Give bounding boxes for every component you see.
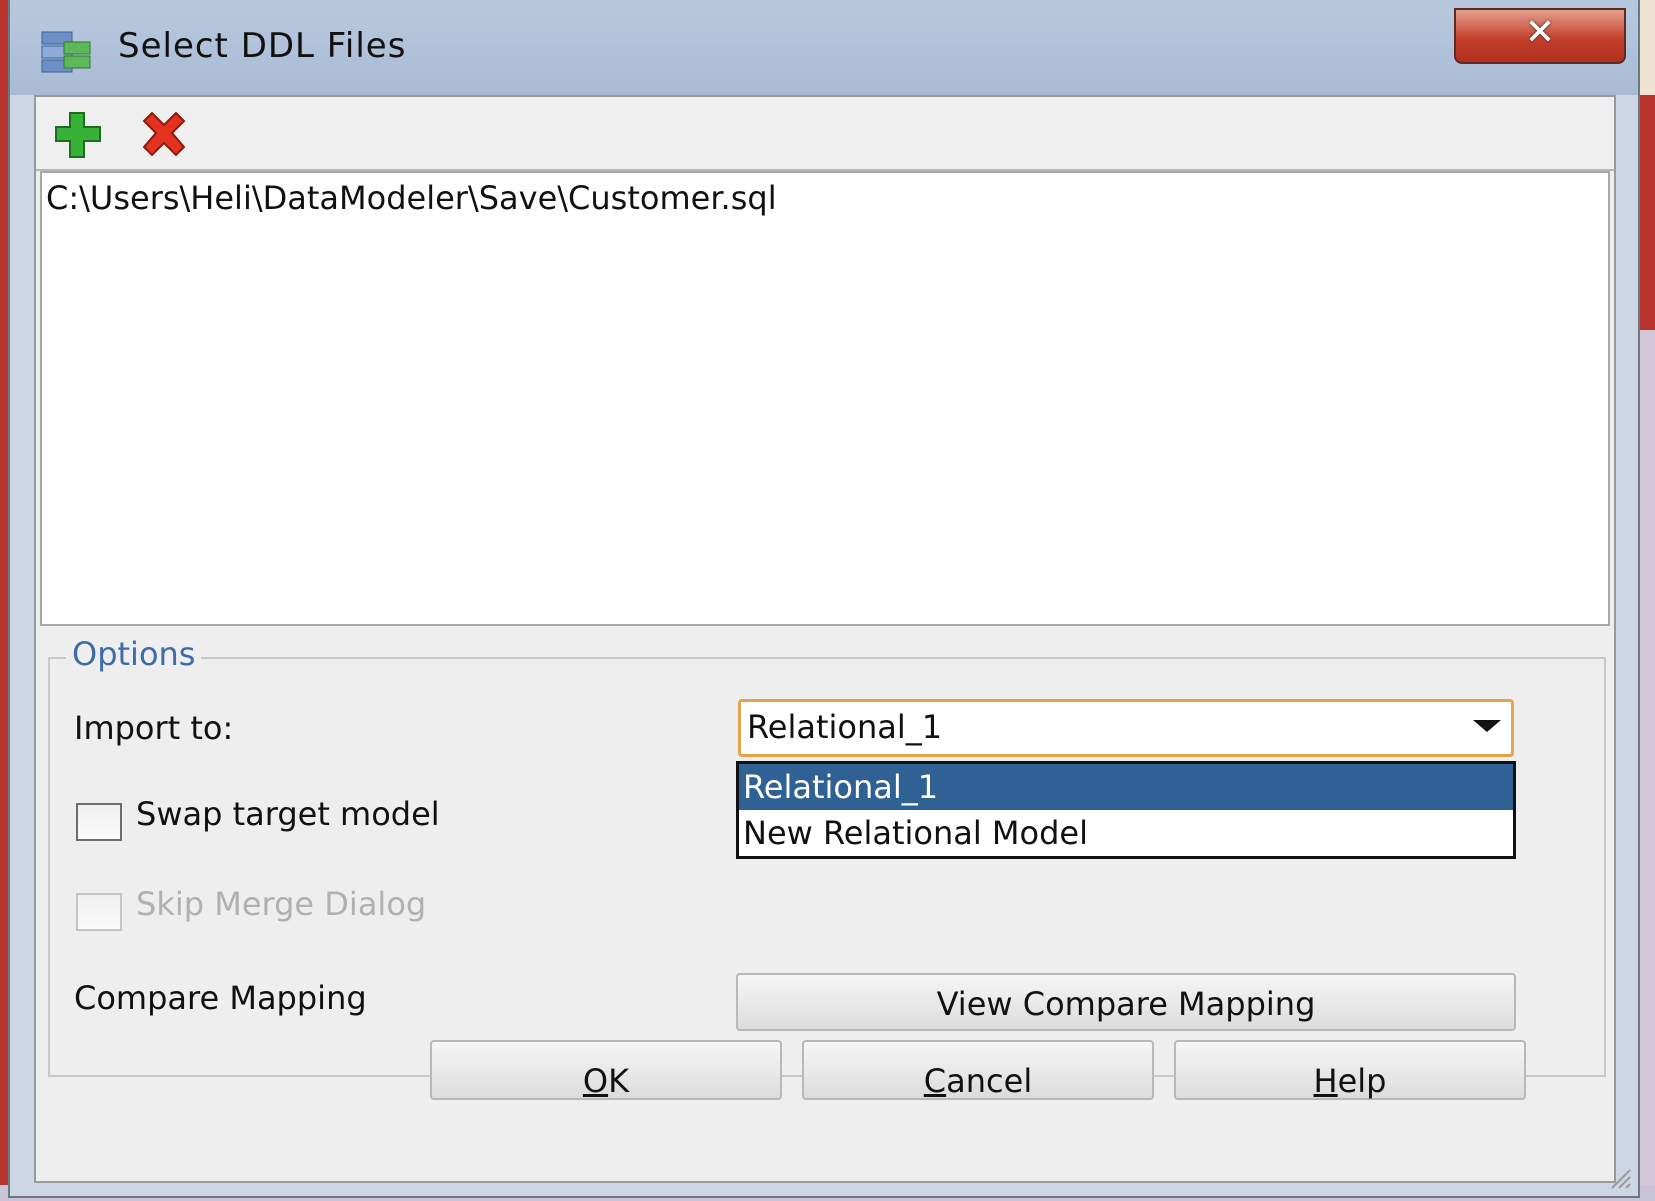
- select-ddl-files-dialog: Select DDL Files ✕ C:\Users\Heli\DataMod…: [8, 0, 1640, 1198]
- ddl-file-list[interactable]: C:\Users\Heli\DataModeler\Save\Customer.…: [40, 171, 1610, 626]
- skip-merge-dialog-label: Skip Merge Dialog: [136, 885, 427, 923]
- resize-grip-icon[interactable]: [1606, 1164, 1632, 1190]
- dialog-title: Select DDL Files: [118, 26, 407, 66]
- import-to-dropdown: Relational_1 New Relational Model: [736, 761, 1516, 859]
- toolbar: [36, 97, 1614, 171]
- red-x-icon: [142, 111, 186, 157]
- compare-mapping-label: Compare Mapping: [74, 979, 367, 1017]
- close-icon: ✕: [1524, 12, 1556, 53]
- close-button[interactable]: ✕: [1454, 8, 1626, 64]
- label-rest: elp: [1337, 1062, 1387, 1100]
- import-to-select[interactable]: Relational_1: [738, 699, 1514, 757]
- swap-target-model-checkbox[interactable]: [76, 803, 122, 841]
- view-compare-mapping-label: View Compare Mapping: [936, 985, 1316, 1023]
- label-rest: K: [608, 1062, 630, 1100]
- options-group: Options Import to: Relational_1 Relation…: [48, 635, 1606, 1077]
- cancel-button[interactable]: Cancel: [802, 1040, 1154, 1100]
- skip-merge-dialog-checkbox: [76, 893, 122, 931]
- ddl-files-icon: [41, 31, 91, 73]
- options-legend: Options: [66, 635, 202, 673]
- dropdown-option-new-relational-model[interactable]: New Relational Model: [739, 810, 1513, 856]
- ok-label: OK: [583, 1052, 629, 1100]
- dropdown-option-label: New Relational Model: [743, 814, 1088, 852]
- dropdown-option-label: Relational_1: [743, 768, 939, 806]
- mnemonic: O: [582, 1062, 609, 1100]
- green-plus-icon: [55, 112, 101, 158]
- view-compare-mapping-button[interactable]: View Compare Mapping: [736, 973, 1516, 1031]
- remove-file-button[interactable]: [136, 109, 192, 161]
- import-to-value: Relational_1: [747, 708, 943, 746]
- cancel-label: Cancel: [924, 1052, 1032, 1100]
- title-bar[interactable]: Select DDL Files ✕: [10, 0, 1638, 95]
- label-rest: ancel: [946, 1062, 1033, 1100]
- help-label: Help: [1314, 1052, 1387, 1100]
- list-item[interactable]: C:\Users\Heli\DataModeler\Save\Customer.…: [46, 179, 777, 217]
- add-file-button[interactable]: [50, 109, 106, 161]
- mnemonic: C: [923, 1062, 947, 1100]
- chevron-down-icon[interactable]: [1473, 720, 1501, 732]
- ok-button[interactable]: OK: [430, 1040, 782, 1100]
- dialog-body: C:\Users\Heli\DataModeler\Save\Customer.…: [34, 95, 1616, 1183]
- swap-target-model-label[interactable]: Swap target model: [136, 795, 440, 833]
- mnemonic: H: [1313, 1062, 1338, 1100]
- import-to-label: Import to:: [74, 709, 234, 747]
- dropdown-option-relational-1[interactable]: Relational_1: [739, 764, 1513, 810]
- help-button[interactable]: Help: [1174, 1040, 1526, 1100]
